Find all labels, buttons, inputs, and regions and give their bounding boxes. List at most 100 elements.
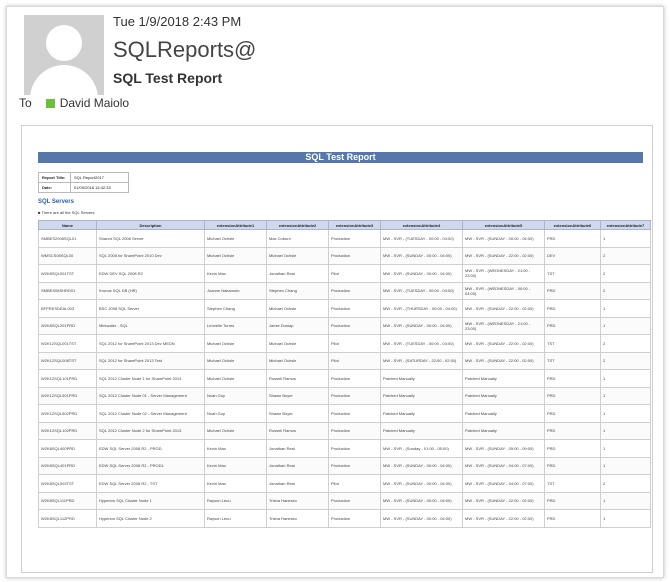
table-row[interactable]: W2K8SQL001TST EDW DEV SQL 2008 R2 Kevin Ma… [38, 264, 651, 283]
table-row[interactable]: W2K8SQL112PRD Hyperion SQL Cluster Node 2… [38, 509, 651, 528]
table-cell: 1 [600, 439, 651, 458]
table-cell: BFPRESDEAL003 [38, 299, 97, 318]
table-cell: Production [328, 509, 381, 528]
table-row[interactable]: W2K8SQL111PRD Hyperion SQL Cluster Node 1… [38, 491, 651, 510]
table-row[interactable]: W2K12SQL008TST SQL 2012 for SharePoint 20… [38, 351, 651, 370]
meta-value: SQL Report2017 [70, 172, 129, 183]
table-cell: PRD [544, 421, 601, 440]
table-row[interactable]: BFPRESDEAL003 BSC 2008 SQL Server Stephen … [38, 299, 651, 318]
table-row[interactable]: W2K12SQL101PRD SQL 2012 Cluster Node 1 fo… [38, 369, 651, 388]
report-body: SQL Test Report Report Title: SQL Report2… [21, 125, 653, 573]
table-row[interactable]: W2K12SQL001TST SQL 2012 for SharePoint 20… [38, 334, 651, 353]
column-header[interactable]: extensionAttribute6 [544, 220, 601, 230]
table-cell: Shawn Boyer [266, 404, 329, 423]
table-cell: MW - SVR - (SUNDAY - 00:00 - 04:00) [380, 456, 463, 475]
table-row[interactable]: SMBES2008SQL01 Shared SQL 2008 Server Mich… [38, 229, 651, 248]
table-cell: Patched Manually [462, 421, 545, 440]
table-cell: 1 [600, 421, 651, 440]
table-cell: Hyperion SQL Cluster Node 2 [96, 509, 205, 528]
table-cell: W2K12SQL001TST [38, 334, 97, 353]
column-header[interactable]: extensionAttribute7 [600, 220, 651, 230]
column-header[interactable]: Name [38, 220, 97, 230]
table-cell: EDW SQL Server 2008 R2 - PROD1 [96, 456, 205, 475]
table-cell: MW - SVR - (SUNDAY - 22:00 - 02:00) [462, 351, 545, 370]
table-cell: Stephen Chang [266, 281, 329, 300]
table-cell: SMBES2008SQL01 [38, 229, 97, 248]
table-cell: PRD [544, 491, 601, 510]
avatar[interactable] [24, 15, 104, 95]
table-cell: 2 [600, 264, 651, 283]
table-cell: Michael Ochsle [266, 334, 329, 353]
table-cell: Production [328, 386, 381, 405]
table-cell: 1 [600, 491, 651, 510]
recipient-name[interactable]: David Maiolo [60, 96, 129, 110]
column-header[interactable]: extensionAttribute3 [328, 220, 381, 230]
table-cell: WMSCS08SQL00 [38, 246, 97, 265]
table-cell: TST [544, 264, 601, 283]
table-cell: Michael Ochsle [204, 246, 267, 265]
table-cell: Trisha Hanesko [266, 509, 329, 528]
table-cell: EDW SQL Server 2008 R2 - PROD [96, 439, 205, 458]
table-cell: PRD [544, 316, 601, 335]
table-row[interactable]: SMBES08SHRD01 Kronos SQL DB (HR) Joanne Na… [38, 281, 651, 300]
table-row[interactable]: W2K8SQL401PRD EDW SQL Server 2008 R2 - PR… [38, 456, 651, 475]
table-cell: 1 [600, 299, 651, 318]
table-cell: MW - SVR - (SATURDAY - 22:00 - 02:00) [380, 351, 463, 370]
table-cell: Noah Guy [204, 386, 267, 405]
table-cell: PRD [544, 456, 601, 475]
table-cell: W2K8SQL111PRD [38, 491, 97, 510]
table-cell: PRD [544, 386, 601, 405]
table-cell: Michael Ochsle [204, 229, 267, 248]
table-cell: Rayson Leuu [204, 491, 267, 510]
table-row[interactable]: W2K8SQL201PRD Mirkwater - SQL Leonelle Tor… [38, 316, 651, 335]
table-cell: PRD [544, 281, 601, 300]
table-cell: Patched Manually [380, 386, 463, 405]
table-cell: SMBES08SHRD01 [38, 281, 97, 300]
table-cell: Kevin Mao [204, 474, 267, 493]
table-cell: Joanne Nakamoto [204, 281, 267, 300]
column-header[interactable]: extensionAttribute4 [380, 220, 463, 230]
table-cell: Michael Ochsle [204, 369, 267, 388]
table-cell: SQL 2012 Cluster Node 2 for SharePoint 2… [96, 421, 205, 440]
table-cell: Stephen Chang [204, 299, 267, 318]
column-header[interactable]: extensionAttribute1 [204, 220, 267, 230]
table-cell: Production [328, 316, 381, 335]
table-cell: Mirkwater - SQL [96, 316, 205, 335]
email-subject: SQL Test Report [113, 70, 223, 86]
section-title: SQL Servers [38, 199, 74, 205]
table-row[interactable]: W2K12SQL501PRD SQL 2012 Cluster Node 01 -… [38, 386, 651, 405]
table-cell: W2K12SQL102PRD [38, 421, 97, 440]
table-cell: PRD [544, 369, 601, 388]
table-cell: TST [544, 474, 601, 493]
table-cell: MW - SVR - (WEDNESDAY - 00:00 - 04:00) [462, 281, 545, 300]
column-header[interactable]: extensionAttribute5 [462, 220, 545, 230]
meta-value: 01/09/2018 14:42:33 [70, 182, 129, 193]
table-cell: W2K8SQL112PRD [38, 509, 97, 528]
table-cell: MW - SVR - (THURSDAY - 00:00 - 04:00) [380, 299, 463, 318]
table-cell: W2K12SQL502PRD [38, 404, 97, 423]
table-cell: Production [328, 421, 381, 440]
table-cell: MW - SVR - (SUNDAY - 22:00 - 02:00) [462, 299, 545, 318]
table-cell: TST [544, 351, 601, 370]
table-row[interactable]: W2K8SQL003TST EDW SQL Server 2008 R2 - TS… [38, 474, 651, 493]
table-cell: MW - SVR - (SUNDAY - 22:00 - 02:00) [462, 491, 545, 510]
column-header[interactable]: extensionAttribute2 [266, 220, 329, 230]
table-cell: Patched Manually [380, 404, 463, 423]
email-window: Tue 1/9/2018 2:43 PM SQLReports@ SQL Tes… [6, 6, 664, 578]
table-cell: SQL 2012 for SharePoint 2013 Test [96, 351, 205, 370]
table-row[interactable]: WMSCS08SQL00 SQL 2008 for SharePoint 2010… [38, 246, 651, 265]
table-cell: Production [328, 246, 381, 265]
column-header[interactable]: Description [96, 220, 205, 230]
table-cell: SQL 2012 Cluster Node 01 - Server Manage… [96, 386, 205, 405]
table-row[interactable]: W2K12SQL502PRD SQL 2012 Cluster Node 02 -… [38, 404, 651, 423]
table-row[interactable]: W2K12SQL102PRD SQL 2012 Cluster Node 2 fo… [38, 421, 651, 440]
table-cell: Kevin Mao [204, 456, 267, 475]
table-cell: MW - SVR - (SUNDAY - 22:00 - 02:00) [462, 509, 545, 528]
table-cell: Patched Manually [380, 369, 463, 388]
table-cell: 2 [600, 351, 651, 370]
sender-address[interactable]: SQLReports@ [113, 37, 256, 63]
table-cell: MW - SVR - (SUNDAY - 05:00 - 09:00) [462, 439, 545, 458]
section-note-text: There are all the SQL Servers [41, 210, 95, 215]
table-row[interactable]: W2K8SQL400PRD EDW SQL Server 2008 R2 - PR… [38, 439, 651, 458]
table-cell: MW - SVR - (TUESDAY - 00:00 - 04:00) [380, 229, 463, 248]
